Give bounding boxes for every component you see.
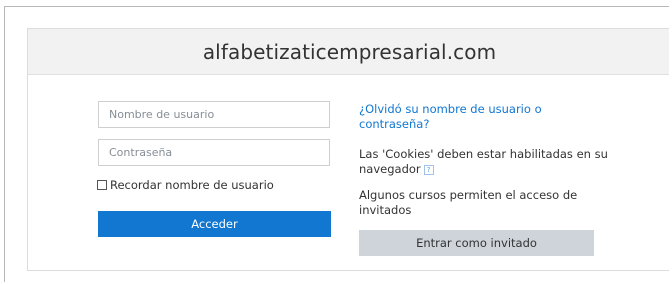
guest-access-text: Algunos cursos permiten el acceso de inv… bbox=[359, 188, 578, 217]
site-title: alfabetizaticempresarial.com bbox=[202, 39, 497, 64]
card-header: alfabetizaticempresarial.com bbox=[28, 29, 669, 75]
help-icon[interactable]: ? bbox=[423, 164, 434, 175]
username-input[interactable] bbox=[98, 101, 330, 128]
password-input[interactable] bbox=[98, 139, 330, 166]
cookies-text: Las 'Cookies' deben estar habilitadas en… bbox=[359, 147, 608, 176]
forgot-password-link[interactable]: ¿Olvidó su nombre de usuario o contraseñ… bbox=[359, 102, 609, 132]
remember-checkbox[interactable] bbox=[97, 180, 107, 190]
cookies-notice: Las 'Cookies' deben estar habilitadas en… bbox=[359, 147, 609, 177]
remember-username[interactable]: Recordar nombre de usuario bbox=[97, 178, 274, 192]
login-button[interactable]: Acceder bbox=[98, 211, 331, 237]
remember-label: Recordar nombre de usuario bbox=[110, 178, 274, 192]
guest-login-button[interactable]: Entrar como invitado bbox=[359, 230, 594, 256]
